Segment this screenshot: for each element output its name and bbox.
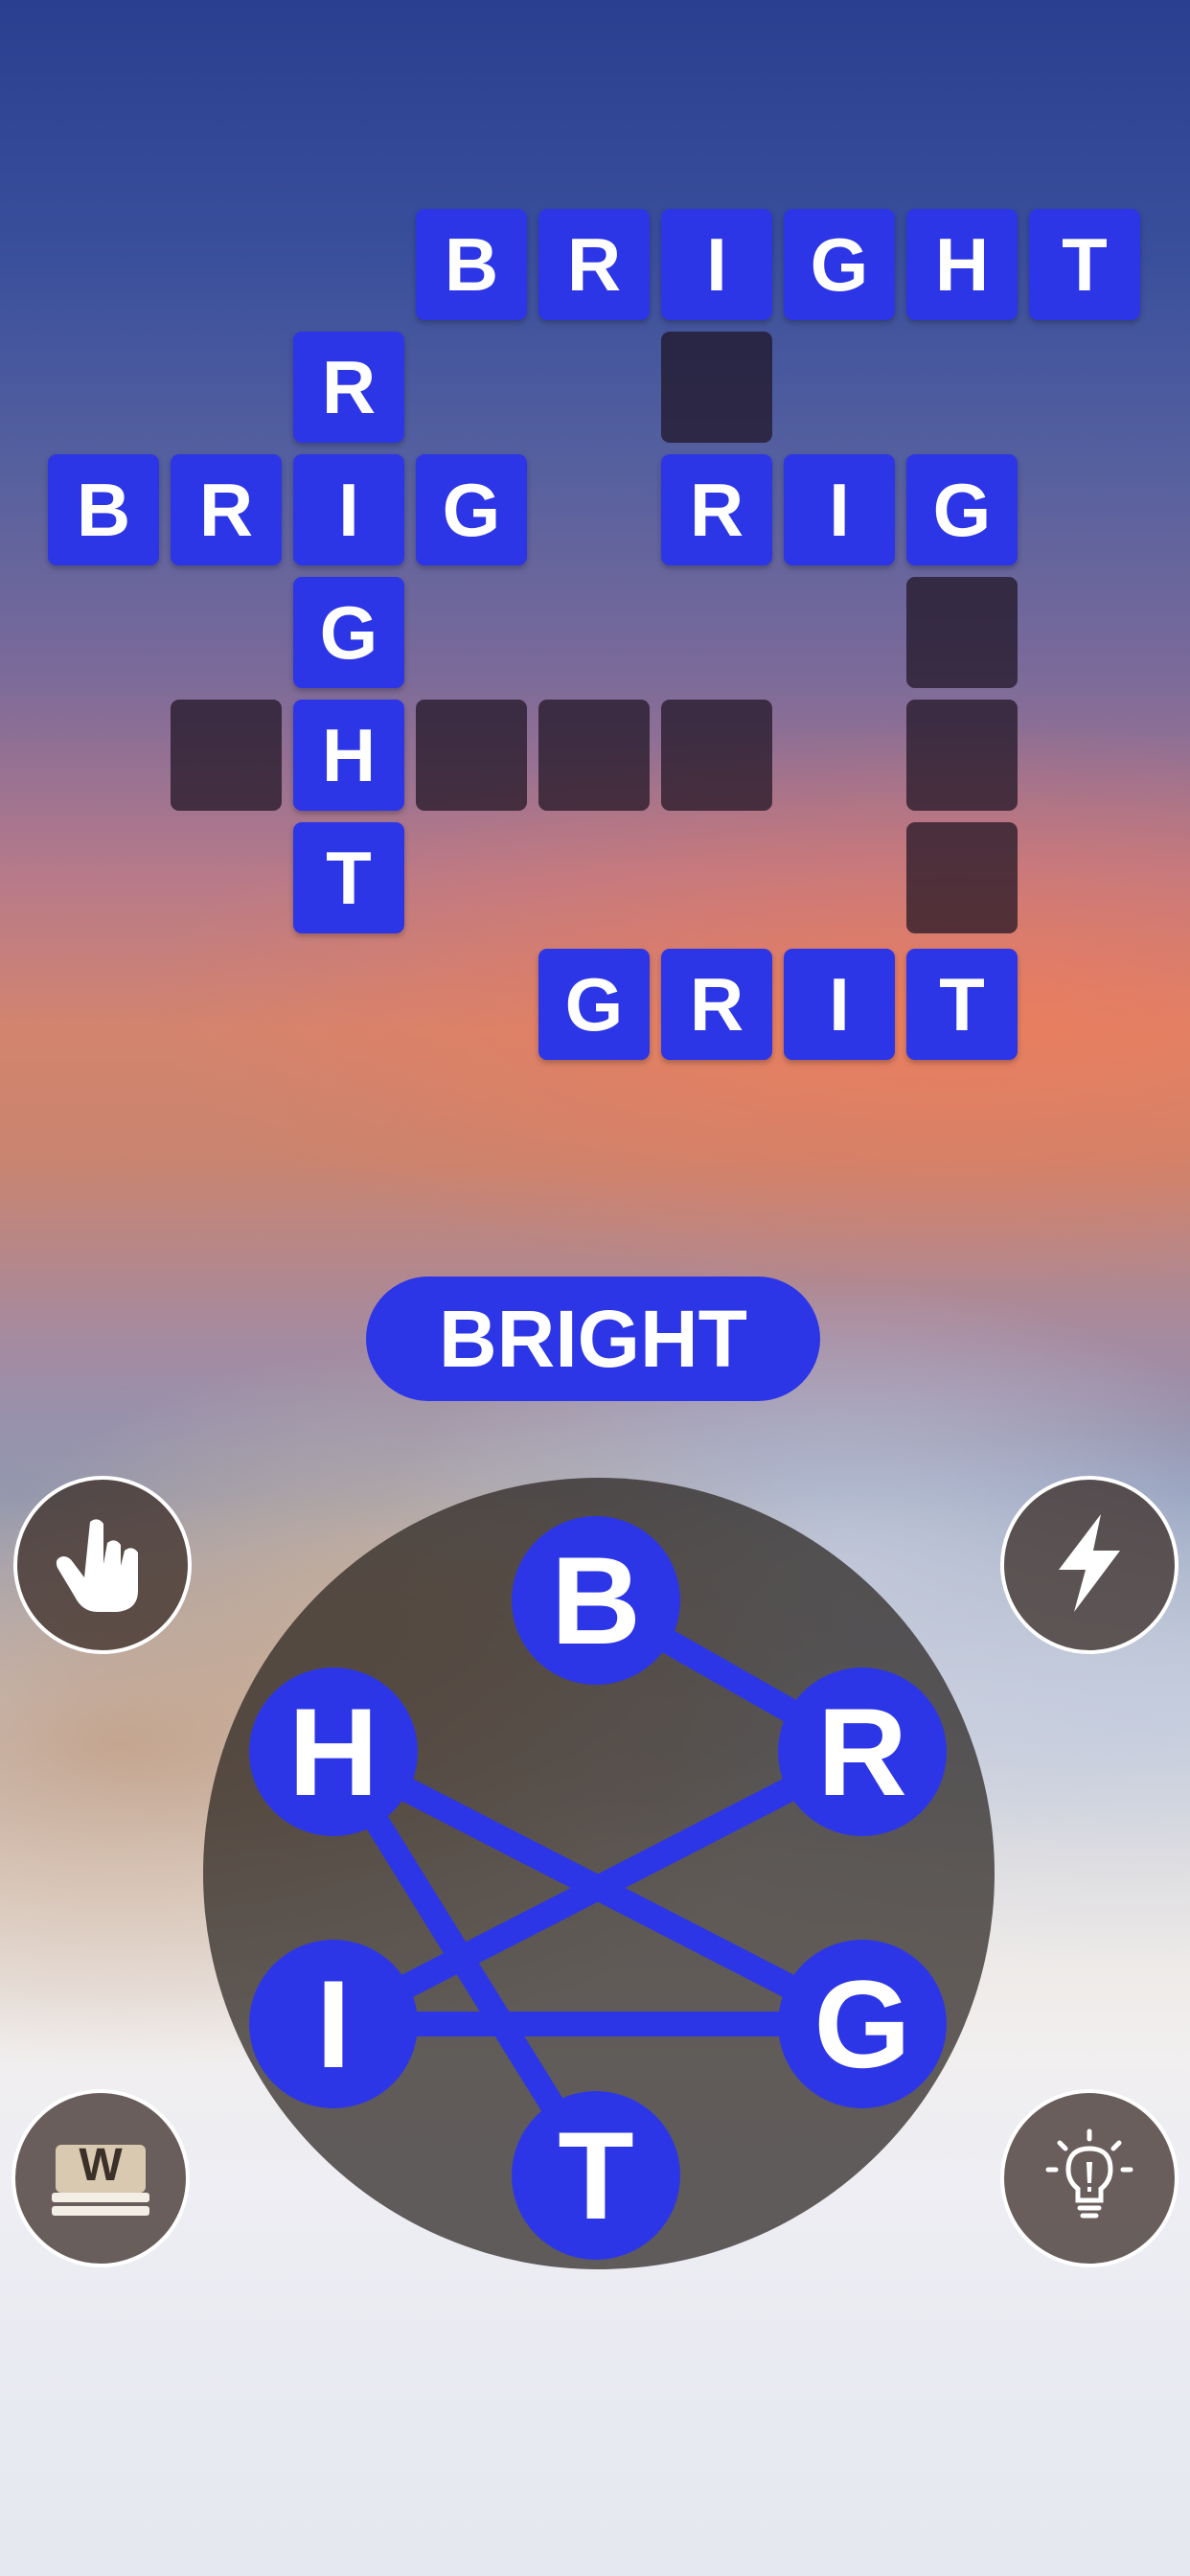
grid-tile-filled: G <box>416 454 527 565</box>
grid-tile-empty <box>906 700 1018 811</box>
wheel-letter-i[interactable]: I <box>249 1940 418 2108</box>
grid-tile-filled: G <box>906 454 1018 565</box>
grid-tile-filled: B <box>48 454 159 565</box>
word-book-letter: W <box>79 2140 123 2191</box>
word-book-icon: W <box>48 2135 153 2221</box>
word-book-button[interactable]: W <box>11 2089 190 2267</box>
wheel-letter-b[interactable]: B <box>512 1516 680 1685</box>
grid-tile-filled: R <box>293 332 404 443</box>
finger-hint-button[interactable] <box>13 1476 192 1654</box>
wheel-letter-g[interactable]: G <box>778 1940 947 2108</box>
grid-tile-filled: T <box>293 822 404 933</box>
grid-tile-empty <box>661 700 772 811</box>
grid-tile-filled: G <box>784 209 895 320</box>
grid-tile-filled: H <box>906 209 1018 320</box>
grid-tile-filled: R <box>661 949 772 1060</box>
wheel-letter-t[interactable]: T <box>512 2091 680 2260</box>
grid-tile-empty <box>906 822 1018 933</box>
grid-tile-empty <box>171 700 282 811</box>
grid-tile-filled: I <box>784 949 895 1060</box>
grid-tile-empty <box>416 700 527 811</box>
grid-tile-filled: T <box>906 949 1018 1060</box>
grid-tile-filled: R <box>171 454 282 565</box>
grid-tile-filled: I <box>784 454 895 565</box>
current-word-display: BRIGHT <box>366 1276 820 1401</box>
lightning-icon <box>1041 1510 1137 1621</box>
wheel-letter-h[interactable]: H <box>249 1668 418 1836</box>
pointing-hand-icon <box>50 1510 155 1621</box>
lightning-booster-button[interactable] <box>1000 1476 1179 1654</box>
grid-tile-empty <box>538 700 650 811</box>
grid-tile-filled: R <box>661 454 772 565</box>
grid-tile-filled: G <box>538 949 650 1060</box>
grid-tile-filled: T <box>1029 209 1140 320</box>
grid-tile-empty <box>661 332 772 443</box>
grid-tile-empty <box>906 577 1018 688</box>
grid-tile-filled: G <box>293 577 404 688</box>
hint-button[interactable] <box>1000 2089 1179 2267</box>
grid-tile-filled: R <box>538 209 650 320</box>
lightbulb-icon <box>1037 2124 1142 2234</box>
grid-tile-filled: I <box>661 209 772 320</box>
grid-tile-filled: B <box>416 209 527 320</box>
grid-tile-filled: I <box>293 454 404 565</box>
grid-tile-filled: H <box>293 700 404 811</box>
game-screen: BRIGHTRBRIGRIGGHTGRIT BRIGHT W B R G T I… <box>0 0 1190 2576</box>
wheel-letter-r[interactable]: R <box>778 1668 947 1836</box>
letter-wheel: BRGTIH <box>203 1478 995 2269</box>
